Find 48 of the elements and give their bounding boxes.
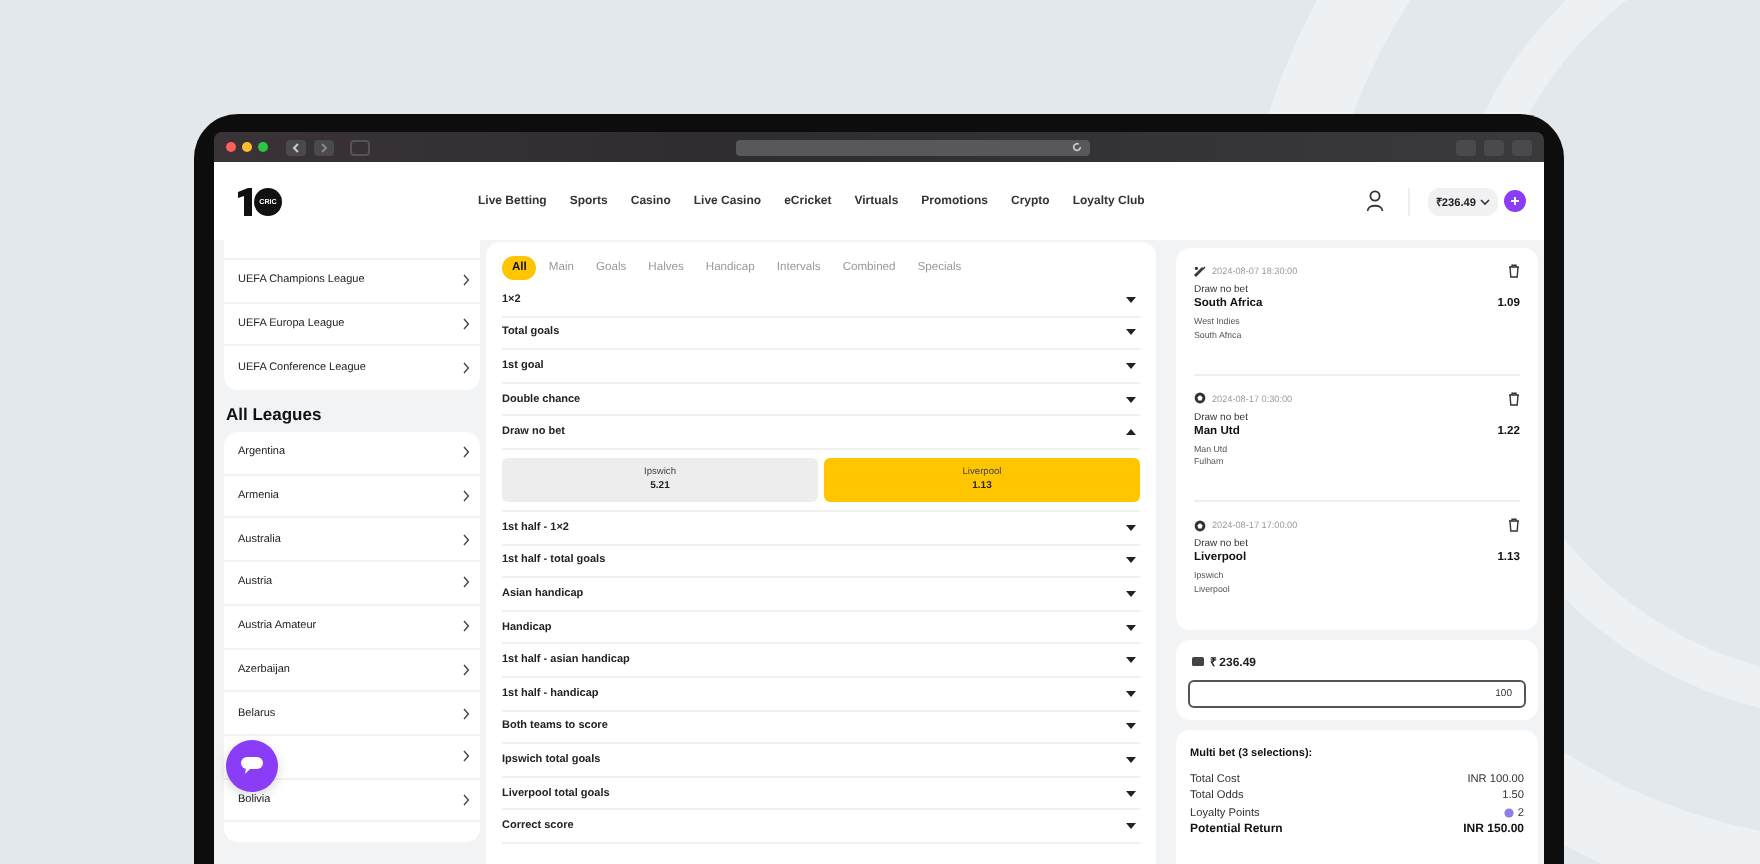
trash-icon[interactable] [1508,518,1520,532]
chevron-right-icon [462,663,470,676]
chevron-right-icon [462,793,470,806]
chevron-right-icon [462,750,470,763]
expand-triangle-icon[interactable] [1126,722,1136,731]
soccer-ball-icon [1194,392,1206,404]
collapse-triangle-icon[interactable] [1126,428,1136,437]
trash-icon[interactable] [1508,391,1520,405]
expand-triangle-icon[interactable] [1126,689,1136,698]
add-funds-button[interactable] [1504,190,1526,212]
forward-button[interactable] [314,139,334,155]
sidebar-toggle-button[interactable] [350,139,370,155]
expand-triangle-icon[interactable] [1126,623,1136,632]
expand-triangle-icon[interactable] [1126,789,1136,798]
expand-triangle-icon[interactable] [1126,361,1136,370]
plus-icon [1510,196,1520,206]
points-coin-icon [1503,808,1514,819]
reload-icon[interactable] [1072,142,1082,152]
cricket-bat-icon [1194,265,1206,277]
expand-triangle-icon[interactable] [1126,589,1136,598]
chevron-right-icon [462,318,470,331]
chevron-right-icon [462,620,470,633]
expand-triangle-icon[interactable] [1126,295,1136,304]
user-icon[interactable] [1365,190,1384,212]
section-heading: All Leagues [226,404,324,425]
chevron-left-icon [290,141,302,153]
expand-triangle-icon[interactable] [1126,755,1136,764]
chevron-right-icon [462,362,470,375]
chevron-right-icon [318,141,330,153]
trash-icon[interactable] [1508,264,1520,278]
wallet-icon [1192,656,1204,666]
chevron-right-icon [462,707,470,720]
expand-triangle-icon[interactable] [1126,556,1136,565]
expand-triangle-icon[interactable] [1126,822,1136,831]
chevron-right-icon [462,533,470,546]
expand-triangle-icon[interactable] [1126,395,1136,404]
back-button[interactable] [286,139,306,155]
chevron-right-icon [462,274,470,287]
expand-triangle-icon[interactable] [1126,523,1136,532]
expand-triangle-icon[interactable] [1126,328,1136,337]
logo-mark-icon [238,187,252,215]
soccer-ball-icon [1194,519,1206,531]
chevron-right-icon [462,576,470,589]
chevron-down-icon [1480,197,1490,205]
chevron-right-icon [462,446,470,459]
chat-bubble-icon [240,756,264,776]
chevron-right-icon [462,490,470,503]
expand-triangle-icon[interactable] [1126,656,1136,665]
